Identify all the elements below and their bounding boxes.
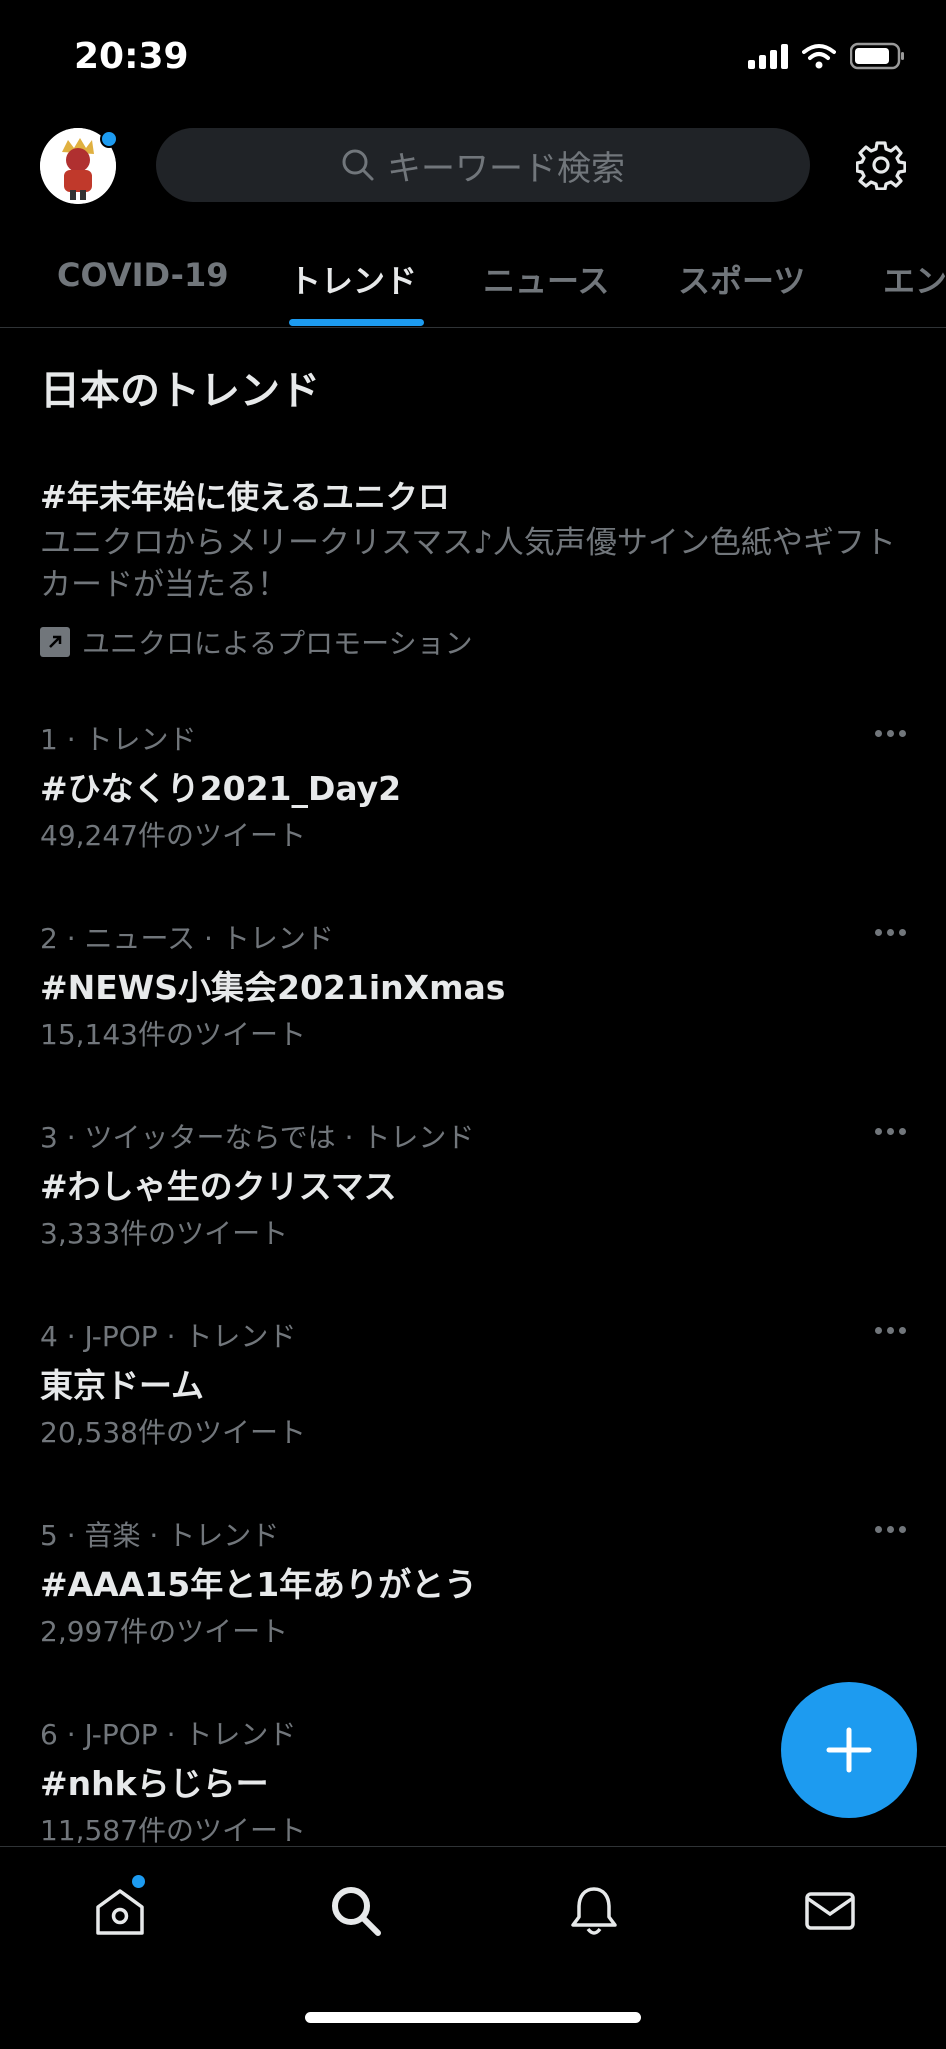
gear-icon[interactable] xyxy=(856,140,906,190)
trend-tweet-count: 15,143件のツイート xyxy=(40,1018,306,1051)
bell-icon[interactable] xyxy=(566,1883,622,1939)
promoted-trend-title[interactable]: #年末年始に使えるユニクロ xyxy=(40,472,450,518)
promoted-by: ユニクロによるプロモーション xyxy=(40,622,473,662)
trend-meta: 1 · トレンド xyxy=(40,723,197,756)
tab-sports[interactable]: スポーツ xyxy=(678,256,805,302)
active-tab-indicator xyxy=(289,319,424,326)
promoted-icon xyxy=(40,627,70,657)
trend-meta: 2 · ニュース · トレンド xyxy=(40,922,334,955)
search-icon[interactable] xyxy=(328,1883,384,1939)
trend-name: #わしゃ生のクリスマス xyxy=(40,1167,397,1206)
section-title: 日本のトレンド xyxy=(40,368,320,414)
trend-tweet-count: 11,587件のツイート xyxy=(40,1814,306,1847)
notification-dot xyxy=(100,130,118,148)
status-time: 20:39 xyxy=(74,36,189,77)
trend-name: #NEWS小集会2021inXmas xyxy=(40,968,506,1007)
tab-bar: COVID-19 トレンド ニュース スポーツ エン xyxy=(0,248,946,328)
trend-name: #ひなくり2021_Day2 xyxy=(40,769,402,808)
mail-icon[interactable] xyxy=(802,1883,858,1939)
signal-icon xyxy=(748,43,788,69)
home-indicator xyxy=(305,2012,641,2023)
trend-item[interactable]: 5 · 音楽 · トレンド #AAA15年と1年ありがとう 2,997件のツイー… xyxy=(0,1514,946,1713)
trend-item[interactable]: 3 · ツイッターならでは · トレンド #わしゃ生のクリスマス 3,333件の… xyxy=(0,1116,946,1315)
wifi-icon xyxy=(802,44,836,69)
promoted-trend-description: ユニクロからメリークリスマス♪人気声優サイン色紙やギフトカードが当たる！ xyxy=(40,525,896,603)
battery-icon xyxy=(850,42,904,70)
home-notification-dot xyxy=(132,1875,145,1888)
trend-item[interactable]: 1 · トレンド #ひなくり2021_Day2 49,247件のツイート xyxy=(0,718,946,917)
search-placeholder: キーワード検索 xyxy=(387,148,625,189)
trend-meta: 5 · 音楽 · トレンド xyxy=(40,1519,280,1552)
more-icon[interactable] xyxy=(875,1327,906,1334)
status-icons xyxy=(748,42,906,70)
more-icon[interactable] xyxy=(875,929,906,936)
trend-tweet-count: 49,247件のツイート xyxy=(40,819,306,852)
trend-name: #nhkらじらー xyxy=(40,1764,269,1803)
search-icon xyxy=(342,149,374,181)
more-icon[interactable] xyxy=(875,730,906,737)
search-input[interactable]: キーワード検索 xyxy=(156,128,810,202)
trend-meta: 4 · J-POP · トレンド xyxy=(40,1320,297,1353)
trend-tweet-count: 3,333件のツイート xyxy=(40,1217,289,1250)
trend-name: 東京ドーム xyxy=(40,1366,205,1405)
trend-tweet-count: 20,538件のツイート xyxy=(40,1416,306,1449)
trend-meta: 6 · J-POP · トレンド xyxy=(40,1718,297,1751)
plus-icon xyxy=(826,1727,872,1773)
home-icon[interactable] xyxy=(92,1883,148,1939)
divider xyxy=(0,327,946,328)
trend-item[interactable]: 4 · J-POP · トレンド 東京ドーム 20,538件のツイート xyxy=(0,1315,946,1514)
tab-news[interactable]: ニュース xyxy=(483,256,609,302)
compose-tweet-button[interactable] xyxy=(781,1682,917,1818)
trend-item[interactable]: 2 · ニュース · トレンド #NEWS小集会2021inXmas 15,14… xyxy=(0,917,946,1116)
tab-entertainment[interactable]: エン xyxy=(883,256,946,302)
tab-covid19[interactable]: COVID-19 xyxy=(57,256,228,294)
trend-tweet-count: 2,997件のツイート xyxy=(40,1615,289,1648)
more-icon[interactable] xyxy=(875,1128,906,1135)
tab-trends[interactable]: トレンド xyxy=(289,256,417,302)
more-icon[interactable] xyxy=(875,1526,906,1533)
promoted-by-label: ユニクロによるプロモーション xyxy=(82,627,473,660)
trend-meta: 3 · ツイッターならでは · トレンド xyxy=(40,1121,475,1154)
trend-name: #AAA15年と1年ありがとう xyxy=(40,1565,478,1604)
